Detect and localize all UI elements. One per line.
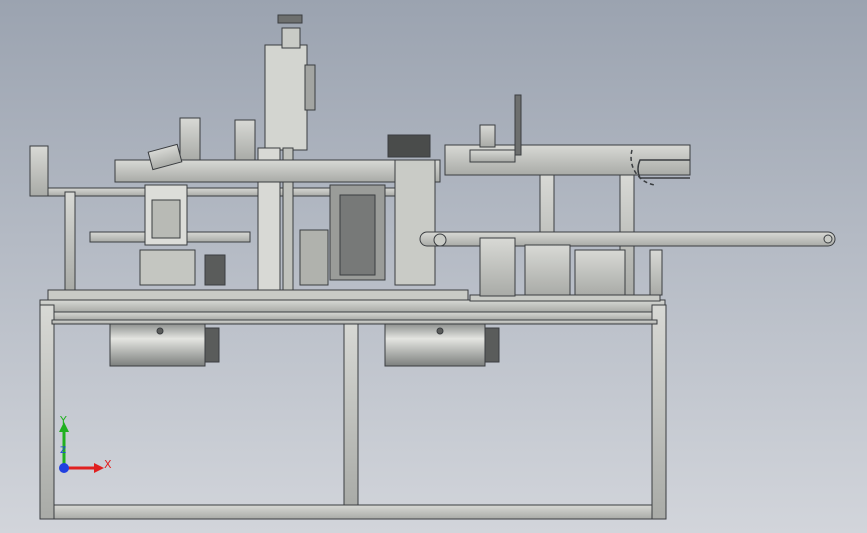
z-axis-dot [59, 463, 69, 473]
y-axis-label: Y [60, 414, 67, 427]
cad-viewport[interactable]: Y X Z [0, 0, 867, 533]
x-axis-label: X [104, 458, 112, 471]
z-axis-label: Z [60, 446, 67, 456]
center-mechanism [299, 134, 436, 286]
motor-left [109, 323, 220, 367]
x-axis-head [94, 463, 104, 473]
motor-right [384, 323, 500, 367]
